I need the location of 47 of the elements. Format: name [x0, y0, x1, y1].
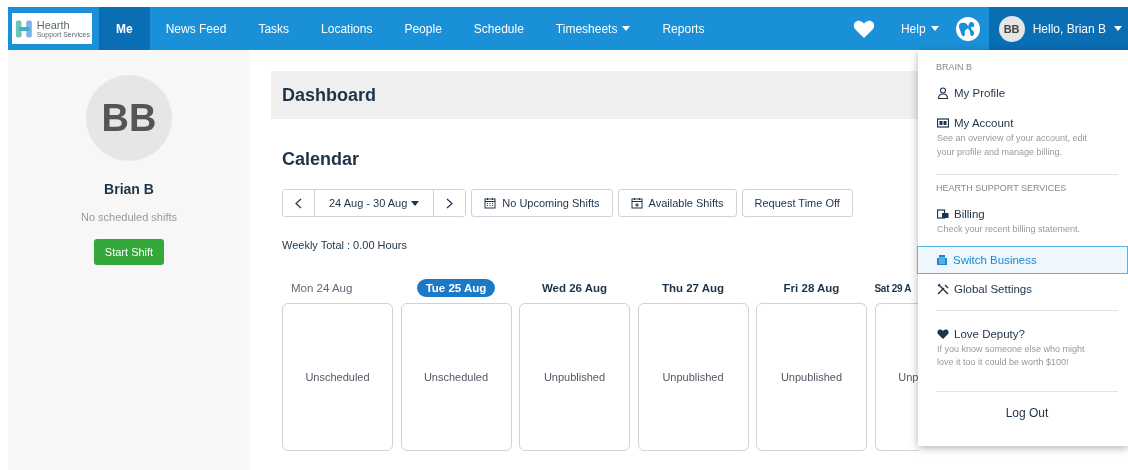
menu-item[interactable]: My Account See an overview of your account, edit your profile and manage billing. [936, 108, 1118, 168]
day-card[interactable]: Unscheduled [282, 303, 393, 451]
next-button[interactable] [433, 190, 466, 216]
menu-item[interactable]: My Profile [936, 78, 1118, 108]
day-card[interactable]: Unpublished [756, 303, 867, 451]
calendar-icon [484, 197, 497, 209]
shift-status: No scheduled shifts [81, 211, 177, 223]
day-header[interactable]: Sat 29 A [874, 279, 912, 297]
dashboard-header: Dashboard [271, 71, 919, 119]
user-menu[interactable]: BB Hello, Brian B [988, 7, 1128, 50]
section-heading: HEARTH SUPPORT SERVICES [936, 183, 1067, 193]
calendar-action-button[interactable]: Available Shifts [617, 189, 737, 217]
menu-item[interactable]: Global Settings [936, 273, 1118, 304]
calendar-plus-icon [630, 197, 643, 209]
avatar: BB [86, 75, 172, 161]
caret-icon [1114, 26, 1122, 31]
log-out-link[interactable]: Log Out [1005, 405, 1049, 420]
id-card-icon [937, 117, 949, 129]
bills-icon [937, 208, 949, 220]
menu-item[interactable]: Switch Business [917, 245, 1128, 274]
weekly-total: Weekly Total : 0.00 Hours [282, 239, 408, 251]
building-icon [936, 253, 948, 266]
menu-item[interactable]: Love Deputy? If you know someone else who might love it too it could be worth $100! [936, 318, 1118, 379]
section-heading: BRAIN B [936, 62, 972, 72]
globe-icon[interactable] [954, 15, 981, 42]
day-card[interactable]: Unpublished [519, 303, 630, 451]
person-icon [937, 87, 949, 99]
day-header[interactable]: Thu 27 Aug [652, 279, 734, 297]
calendar-title: Calendar [282, 149, 361, 170]
caret-icon [411, 200, 420, 206]
nav-tab[interactable]: Me [99, 7, 150, 50]
heart-icon[interactable] [852, 18, 875, 39]
day-card[interactable]: Unscheduled [400, 303, 512, 451]
tools-icon [937, 282, 949, 295]
profile-name: Brian B [104, 181, 154, 197]
calendar-action-button[interactable]: No Upcoming Shifts [471, 189, 613, 217]
heart-icon [937, 327, 949, 340]
day-header[interactable]: Tue 25 Aug [416, 279, 496, 297]
menu-item[interactable]: Billing Check your recent billing statement. [936, 199, 1118, 246]
chevron-left-icon [295, 197, 302, 209]
day-header[interactable]: Mon 24 Aug [282, 279, 362, 297]
day-header[interactable]: Fri 28 Aug [774, 279, 849, 297]
day-card[interactable]: Unpublished [637, 303, 749, 451]
calendar-action-button[interactable]: Request Time Off [741, 189, 853, 217]
chevron-right-icon [446, 197, 454, 209]
caret-icon [930, 26, 939, 31]
day-header[interactable]: Wed 26 Aug [532, 279, 617, 297]
